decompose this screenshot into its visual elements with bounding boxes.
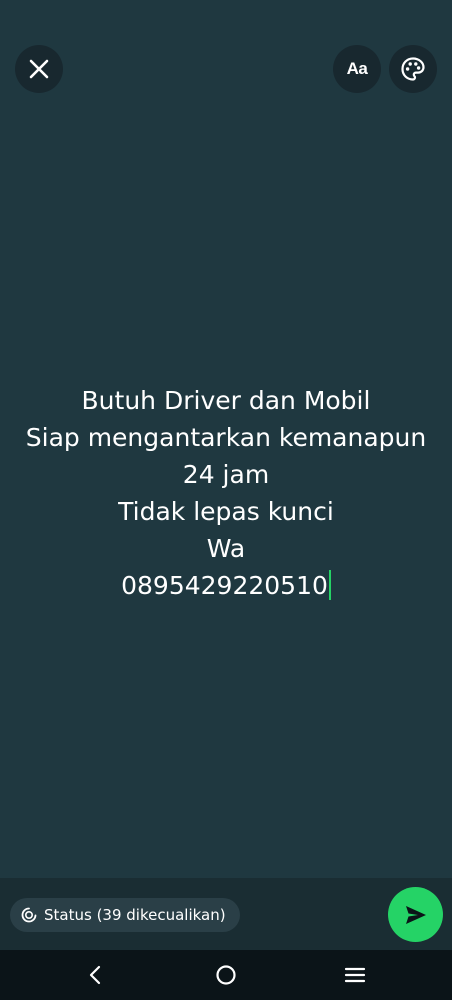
home-icon [216,965,236,985]
recents-icon [344,967,366,983]
font-style-label: Aa [346,59,368,78]
font-style-button[interactable]: Aa [333,45,381,93]
status-line-1: Butuh Driver dan Mobil [81,386,371,415]
nav-back-button[interactable] [75,957,115,993]
status-line-4: Tidak lepas kunci [118,497,334,526]
top-toolbar: Aa [0,0,452,110]
status-audience-label: Status (39 dikecualikan) [44,906,226,924]
status-line-2: Siap mengantarkan kemanapun [25,423,427,452]
nav-home-button[interactable] [206,957,246,993]
text-cursor [328,570,331,600]
system-navigation-bar [0,950,452,1000]
send-button[interactable] [388,887,443,942]
status-line-3: 24 jam [182,460,270,489]
status-text-editor[interactable]: Butuh Driver dan Mobil Siap mengantarkan… [0,382,452,604]
send-icon [405,905,426,924]
status-line-6: 0895429220510 [121,571,328,600]
close-button[interactable] [15,45,63,93]
status-line-5: Wa [206,534,246,563]
nav-recents-button[interactable] [335,957,375,993]
status-audience-chip[interactable]: Status (39 dikecualikan) [10,898,240,932]
palette-icon [401,57,425,81]
status-line-6-wrapper: 0895429220510 [0,567,452,604]
back-icon [89,965,101,985]
status-icon [20,906,38,924]
status-composer-screen: Aa Butuh Driver dan Mobil Siap mengantar… [0,0,452,1000]
bottom-bar: Status (39 dikecualikan) [0,878,452,950]
color-palette-button[interactable] [389,45,437,93]
close-icon [29,59,49,79]
